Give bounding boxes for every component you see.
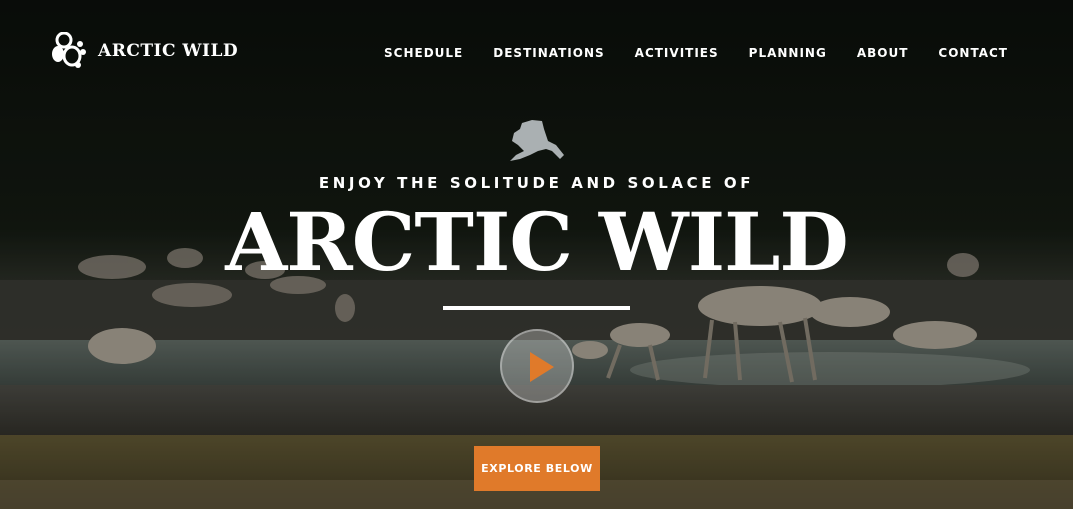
nav-item-activities[interactable]: ACTIVITIES: [635, 46, 719, 60]
play-video-button[interactable]: [500, 329, 574, 403]
main-navigation: SCHEDULE DESTINATIONS ACTIVITIES PLANNIN…: [384, 46, 1008, 60]
hero-section: ARCTIC WILD SCHEDULE DESTINATIONS ACTIVI…: [0, 0, 1073, 509]
play-icon: [530, 352, 554, 382]
hero-tagline: ENJOY THE SOLITUDE AND SOLACE OF: [318, 174, 755, 192]
hero-title: ARCTIC WILD: [225, 195, 849, 289]
nav-item-planning[interactable]: PLANNING: [749, 46, 827, 60]
explore-below-button[interactable]: EXPLORE BELOW: [474, 446, 600, 491]
nav-item-schedule[interactable]: SCHEDULE: [384, 46, 463, 60]
brand-name: ARCTIC WILD: [98, 41, 239, 61]
bear-paw-logo-icon: [52, 32, 86, 68]
nav-item-destinations[interactable]: DESTINATIONS: [493, 46, 604, 60]
nav-item-about[interactable]: ABOUT: [857, 46, 909, 60]
brand-logo[interactable]: ARCTIC WILD: [50, 32, 238, 70]
nav-item-contact[interactable]: CONTACT: [938, 46, 1008, 60]
alaska-map-icon: [510, 120, 564, 161]
title-divider: [443, 306, 630, 310]
